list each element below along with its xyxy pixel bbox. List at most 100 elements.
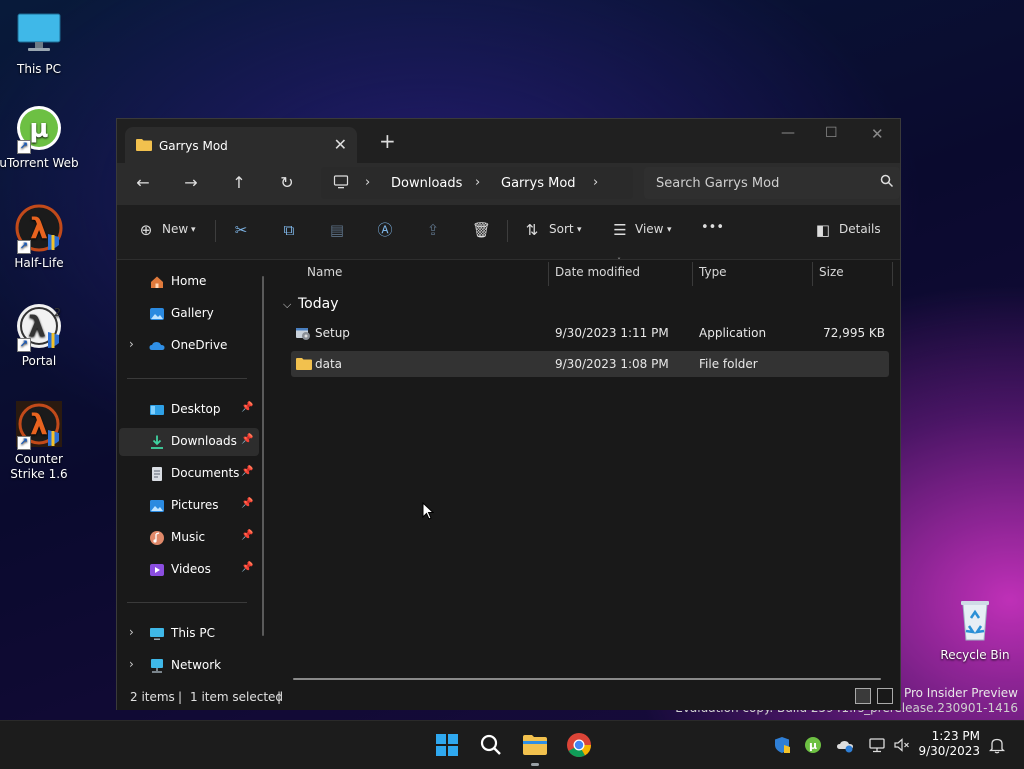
- chevron-right-icon[interactable]: ›: [129, 337, 134, 351]
- security-shield-icon[interactable]: [773, 736, 791, 754]
- chevron-right-icon[interactable]: ›: [475, 175, 480, 190]
- desktop-icon-half-life[interactable]: λ ↗ Half-Life: [0, 204, 79, 271]
- share-icon[interactable]: ⇪: [424, 221, 442, 239]
- up-icon[interactable]: ↑: [227, 173, 251, 192]
- refresh-icon[interactable]: ↻: [275, 173, 299, 192]
- horizontal-scrollbar[interactable]: [293, 678, 881, 680]
- delete-icon[interactable]: 🗑: [472, 221, 491, 239]
- desktop-icon-utorrent[interactable]: µ ↗ uTorrent Web: [0, 104, 79, 171]
- utorrent-tray-icon[interactable]: µ: [804, 736, 822, 754]
- tab-garrys-mod[interactable]: Garrys Mod ✕: [125, 127, 357, 165]
- column-header-name[interactable]: Name: [307, 265, 342, 279]
- close-window-icon[interactable]: ✕: [871, 125, 884, 143]
- system-clock[interactable]: 1:23 PM 9/30/2023: [918, 729, 980, 759]
- sort-button[interactable]: Sort: [549, 222, 574, 236]
- volume-muted-icon[interactable]: [893, 736, 911, 754]
- copy-icon[interactable]: ⧉: [280, 221, 298, 239]
- pin-icon[interactable]: 📌: [241, 562, 253, 573]
- details-button[interactable]: Details: [839, 222, 881, 236]
- video-icon: [149, 562, 165, 578]
- setup-icon: [295, 325, 311, 344]
- desktop-icon-recycle-bin[interactable]: Recycle Bin: [935, 596, 1015, 663]
- monitor-icon: [149, 626, 165, 642]
- minimize-icon[interactable]: —: [781, 125, 795, 141]
- table-row[interactable]: data 9/30/2023 1:08 PM File folder: [291, 351, 889, 377]
- sidebar-item-this-pc[interactable]: › This PC: [119, 620, 259, 648]
- file-explorer-icon[interactable]: [521, 731, 549, 766]
- maximize-icon[interactable]: ☐: [825, 125, 838, 141]
- close-tab-icon[interactable]: ✕: [334, 135, 347, 154]
- more-options-button[interactable]: •••: [701, 220, 724, 235]
- new-tab-button[interactable]: +: [379, 131, 396, 151]
- search-input[interactable]: Search Garrys Mod: [656, 176, 779, 191]
- start-button[interactable]: [433, 731, 461, 759]
- breadcrumb-garrys-mod[interactable]: Garrys Mod: [501, 176, 576, 191]
- chevron-down-icon[interactable]: ⌵: [283, 298, 291, 312]
- sidebar-item-onedrive[interactable]: › OneDrive: [119, 332, 259, 360]
- view-button[interactable]: View: [635, 222, 663, 236]
- table-row[interactable]: Setup 9/30/2023 1:11 PM Application 72,9…: [291, 320, 889, 346]
- file-size: 72,995 KB: [823, 326, 885, 340]
- sidebar-item-downloads[interactable]: Downloads 📌: [119, 428, 259, 456]
- gallery-icon: [149, 306, 165, 322]
- sidebar-item-home[interactable]: Home: [119, 268, 259, 296]
- search-box[interactable]: Search Garrys Mod: [644, 167, 900, 199]
- cut-icon[interactable]: ✂: [232, 221, 250, 239]
- sidebar-item-network[interactable]: › Network: [119, 652, 259, 680]
- search-icon[interactable]: [477, 731, 505, 759]
- group-header-today[interactable]: Today: [298, 296, 339, 312]
- new-button[interactable]: New: [162, 222, 188, 236]
- column-header-size[interactable]: Size: [819, 265, 844, 279]
- address-bar[interactable]: › Downloads › Garrys Mod ›: [321, 167, 633, 199]
- chevron-right-icon[interactable]: ›: [129, 657, 134, 671]
- utorrent-icon: µ ↗: [15, 104, 63, 154]
- back-icon[interactable]: ←: [131, 173, 155, 192]
- paste-icon[interactable]: ▤: [328, 221, 346, 239]
- notification-bell-icon[interactable]: [988, 736, 1006, 754]
- pictures-icon: [149, 498, 165, 514]
- desktop-icon-portal[interactable]: λ2 ↗ Portal: [0, 302, 79, 369]
- sidebar-item-pictures[interactable]: Pictures 📌: [119, 492, 259, 520]
- tab-title: Garrys Mod: [159, 139, 228, 153]
- download-icon: [149, 434, 165, 450]
- sidebar-item-label: OneDrive: [171, 338, 228, 352]
- shortcut-arrow-icon: ↗: [17, 436, 31, 450]
- chevron-right-icon[interactable]: ›: [365, 175, 370, 190]
- pin-icon[interactable]: 📌: [241, 530, 253, 541]
- desktop-icon-this-pc[interactable]: This PC: [0, 10, 79, 77]
- details-view-icon[interactable]: [855, 688, 871, 704]
- column-header-type[interactable]: Type: [699, 265, 727, 279]
- chevron-right-icon[interactable]: ›: [593, 175, 598, 190]
- svg-text:µ: µ: [29, 114, 48, 144]
- rename-icon[interactable]: Ⓐ: [376, 221, 394, 239]
- breadcrumb-downloads[interactable]: Downloads: [391, 176, 462, 191]
- chevron-down-icon: ▾: [191, 225, 196, 235]
- column-divider[interactable]: [692, 262, 693, 286]
- sidebar-item-desktop[interactable]: Desktop 📌: [119, 396, 259, 424]
- chrome-icon[interactable]: [565, 731, 593, 759]
- nav-scrollbar[interactable]: [262, 276, 264, 636]
- sidebar-item-documents[interactable]: Documents 📌: [119, 460, 259, 488]
- desktop-icon-label: This PC: [17, 62, 61, 76]
- pin-icon[interactable]: 📌: [241, 498, 253, 509]
- mouse-cursor-icon: [422, 501, 435, 523]
- chevron-right-icon[interactable]: ›: [129, 625, 134, 639]
- desktop-icon-counter-strike[interactable]: λ ↗ Counter Strike 1.6: [0, 400, 79, 482]
- tiles-view-icon[interactable]: [877, 688, 893, 704]
- sidebar-item-videos[interactable]: Videos 📌: [119, 556, 259, 584]
- column-divider[interactable]: [548, 262, 549, 286]
- pin-icon[interactable]: 📌: [241, 466, 253, 477]
- pin-icon[interactable]: 📌: [241, 434, 253, 445]
- shortcut-arrow-icon: ↗: [17, 240, 31, 254]
- sidebar-item-music[interactable]: Music 📌: [119, 524, 259, 552]
- forward-icon[interactable]: →: [179, 173, 203, 192]
- pin-icon[interactable]: 📌: [241, 402, 253, 413]
- column-divider[interactable]: [812, 262, 813, 286]
- column-header-date[interactable]: Date modified: [555, 265, 640, 279]
- onedrive-tray-icon[interactable]: [836, 736, 854, 754]
- network-tray-icon[interactable]: [868, 736, 886, 754]
- status-divider: |: [178, 690, 183, 704]
- column-divider[interactable]: [892, 262, 893, 286]
- sidebar-item-gallery[interactable]: Gallery: [119, 300, 259, 328]
- desktop-icon-label: Portal: [21, 354, 57, 368]
